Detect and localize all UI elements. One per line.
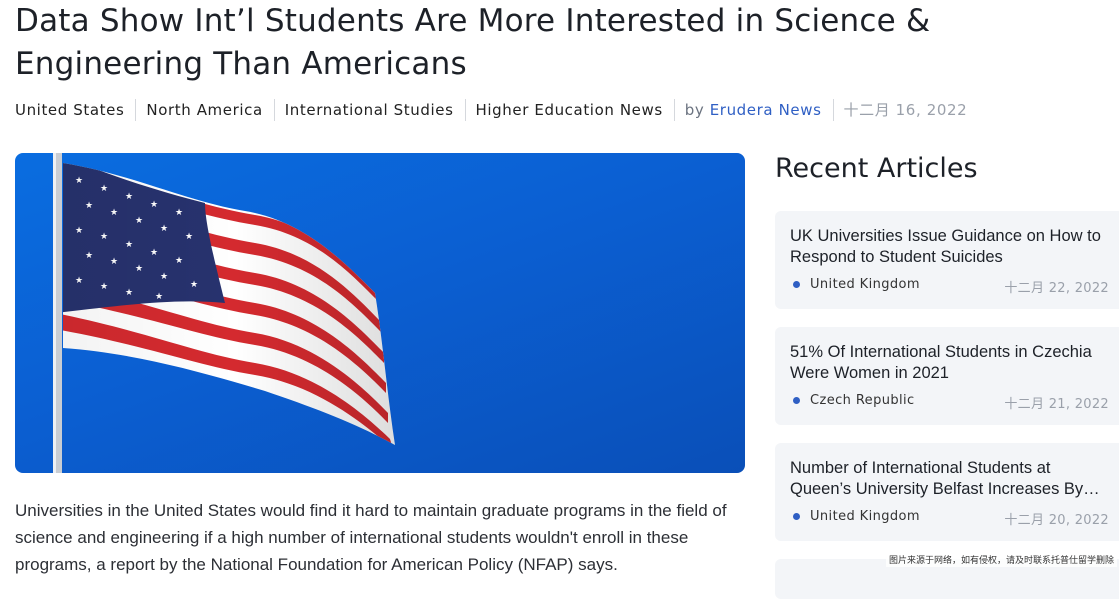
bullet-dot-icon: [793, 513, 800, 520]
bullet-dot-icon: [793, 397, 800, 404]
recent-article-title[interactable]: Number of International Students at Quee…: [790, 458, 1110, 500]
recent-article-date: 十二月 20, 2022: [1004, 513, 1109, 528]
bullet-dot-icon: [793, 281, 800, 288]
recent-article-tag-label: United Kingdom: [810, 277, 920, 292]
recent-article-title[interactable]: UK Universities Issue Guidance on How to…: [790, 226, 1110, 268]
recent-article-tag-label: Czech Republic: [810, 393, 915, 408]
author-link[interactable]: Erudera News: [710, 101, 822, 119]
recent-article-date: 十二月 22, 2022: [1004, 281, 1109, 296]
recent-article-tag[interactable]: United Kingdom: [793, 509, 920, 524]
tag-link-united-states[interactable]: United States: [15, 99, 137, 121]
tag-link-north-america[interactable]: North America: [146, 99, 275, 121]
tag-link-international-studies[interactable]: International Studies: [285, 99, 466, 121]
hero-image-us-flag: ★★★★★ ★★★★★ ★★★★★ ★★★★★ ★★★★: [15, 153, 745, 473]
article-date: 十二月 16, 2022: [843, 101, 968, 119]
recent-article-tag[interactable]: United Kingdom: [793, 277, 920, 292]
flag-cloth: ★★★★★ ★★★★★ ★★★★★ ★★★★★ ★★★★: [63, 163, 395, 445]
recent-article-card[interactable]: Number of International Students at Quee…: [775, 443, 1119, 541]
recent-articles-heading: Recent Articles: [775, 153, 978, 184]
us-flag-illustration: ★★★★★ ★★★★★ ★★★★★ ★★★★★ ★★★★: [53, 153, 395, 473]
recent-article-card[interactable]: UK Universities Issue Guidance on How to…: [775, 211, 1119, 309]
recent-article-card[interactable]: 51% Of International Students in Czechia…: [775, 327, 1119, 425]
recent-article-date: 十二月 21, 2022: [1004, 397, 1109, 412]
article-author: by Erudera News: [685, 99, 834, 121]
tag-link-higher-education-news[interactable]: Higher Education News: [476, 99, 675, 121]
recent-article-tag-label: United Kingdom: [810, 509, 920, 524]
article-meta: United States North America Internationa…: [15, 99, 967, 121]
recent-article-tag[interactable]: Czech Republic: [793, 393, 915, 408]
recent-article-title[interactable]: 51% Of International Students in Czechia…: [790, 342, 1110, 384]
article-body: Universities in the United States would …: [15, 501, 727, 574]
image-watermark: 图片来源于网络，如有侵权，请及时联系托普仕留学删除: [885, 552, 1117, 567]
author-prefix: by: [684, 101, 705, 119]
article-title: Data Show Int’l Students Are More Intere…: [15, 3, 931, 82]
